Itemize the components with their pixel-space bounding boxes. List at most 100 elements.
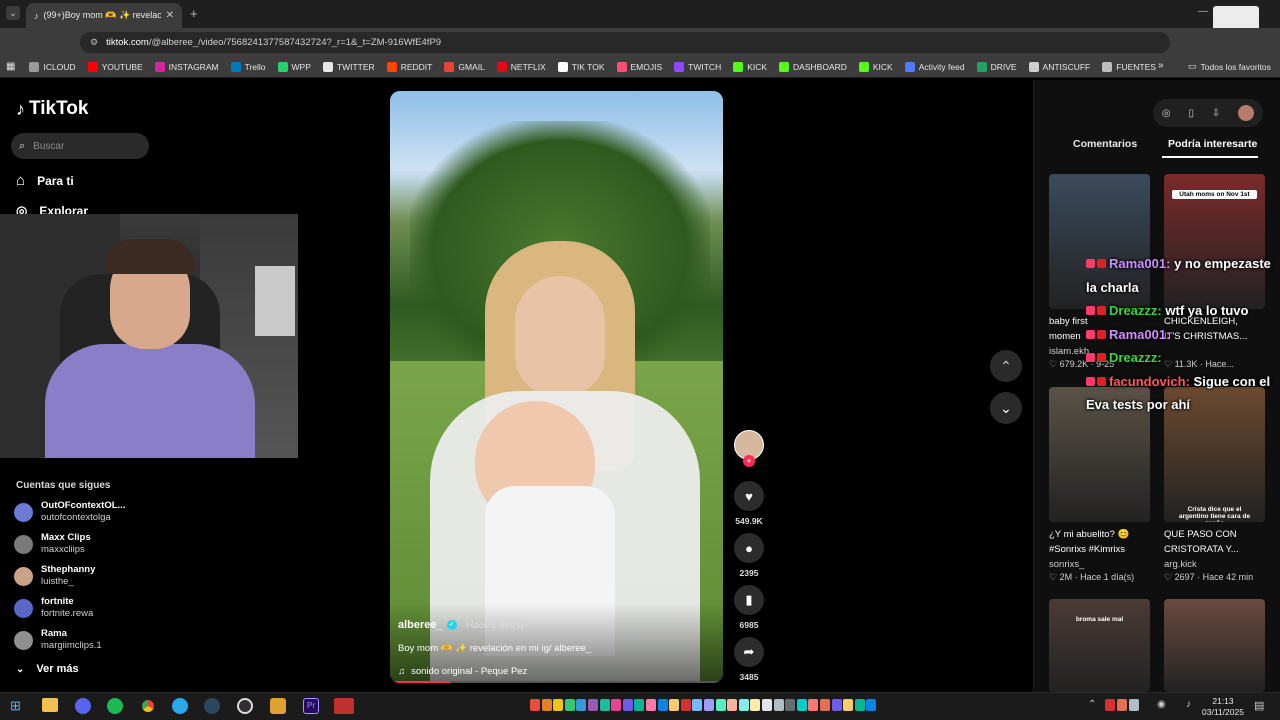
tray-app-icon[interactable] (727, 699, 738, 711)
video-sound[interactable]: sonido original - Peque Pez (411, 666, 527, 677)
browser-tab[interactable]: ♪ (99+)Boy mom 🫶 ✨ revelación ✕ (26, 3, 182, 28)
suggested-video-thumbnail[interactable]: broma sale mal (1049, 599, 1150, 692)
suggested-video-thumbnail[interactable] (1164, 599, 1265, 692)
tray-app-icon[interactable] (808, 699, 819, 711)
bookmark-trello[interactable]: Trello (230, 61, 266, 72)
tray-app-icon[interactable] (588, 699, 598, 711)
tray-app-icon[interactable] (820, 699, 830, 711)
bookmark-reddit[interactable]: REDDIT (386, 61, 432, 72)
tray-app-icon[interactable] (541, 699, 552, 711)
tray-app-icon[interactable] (854, 699, 865, 711)
tray-app-icon[interactable] (680, 699, 691, 711)
tray-app-icon[interactable] (657, 699, 668, 711)
suggested-video-user[interactable]: islam.ekh (1049, 346, 1089, 357)
tray-app-icon[interactable] (762, 699, 772, 711)
search-input[interactable]: ⌕ Buscar (11, 133, 149, 159)
tray-app-icon[interactable] (773, 699, 784, 711)
share-button[interactable]: ➦ (734, 637, 764, 667)
follow-plus-icon[interactable]: + (743, 455, 755, 467)
tab-podria-interesarte[interactable]: Podría interesarte (1168, 138, 1257, 150)
profile-avatar[interactable] (1238, 105, 1255, 121)
tray-app-icon[interactable] (564, 699, 575, 711)
following-account[interactable]: Maxx Clips maxxcliips (14, 532, 91, 556)
close-tab-icon[interactable]: ✕ (166, 10, 174, 21)
minimize-window-button[interactable]: — (1198, 6, 1208, 17)
apps-grid-icon[interactable]: ▦ (6, 61, 15, 72)
more-bookmarks-icon[interactable]: » (1158, 60, 1164, 71)
bookmark-activity-feed[interactable]: Activity feed (904, 61, 965, 72)
bookmark-kick[interactable]: KICK (858, 61, 893, 72)
bookmark-netflix[interactable]: NETFLIX (496, 61, 546, 72)
next-video-button[interactable]: ⌄ (990, 392, 1022, 424)
site-info-icon[interactable]: ⚙ (90, 37, 98, 48)
discord-icon[interactable] (75, 698, 91, 714)
suggested-video-user[interactable]: arg.kick (1164, 559, 1197, 570)
windows-start-icon[interactable]: ⊞ (10, 698, 21, 714)
bookmark-wpp[interactable]: WPP (277, 61, 311, 72)
tray-app-icon[interactable] (634, 699, 645, 711)
tray-app-icon[interactable] (843, 699, 854, 711)
following-account[interactable]: Sthephanny luisthe_ (14, 564, 95, 588)
all-favorites-folder[interactable]: ▭ Todos los favoritos (1188, 61, 1271, 72)
tiktok-logo[interactable]: ♪ TikTok (16, 98, 88, 120)
suggested-video-user[interactable]: sonrixs_ (1049, 559, 1084, 570)
clock[interactable]: 21:13 03/11/2025 (1200, 696, 1246, 718)
see-more-button[interactable]: ⌄ Ver más (16, 663, 79, 675)
tray-app-icon[interactable] (576, 699, 587, 711)
video-author[interactable]: alberee_ (398, 619, 443, 631)
system-tray-icon[interactable] (1105, 699, 1115, 711)
bookmark-instagram[interactable]: INSTAGRAM (154, 61, 219, 72)
premiere-icon[interactable]: Pr (303, 698, 319, 714)
volume-icon[interactable]: ♪ (1186, 699, 1191, 710)
bookmark-emojis[interactable]: EMOJIS (616, 61, 662, 72)
save-button[interactable]: ▮ (734, 585, 764, 615)
tray-app-icon[interactable] (599, 699, 610, 711)
video-progress-bar[interactable] (390, 681, 723, 683)
previous-video-button[interactable]: ⌃ (990, 350, 1022, 382)
bookmark-icloud[interactable]: ICLOUD (29, 61, 76, 72)
video-player[interactable]: alberee_ ✓ · Hace 1 día(s) Boy mom 🫶 ✨ r… (390, 91, 723, 683)
bookmark-antiscuff[interactable]: ANTISCUFF (1028, 61, 1090, 72)
following-account[interactable]: OutOFcontextOL... outofcontextolga (14, 500, 125, 524)
spotify-icon[interactable] (107, 698, 123, 714)
streaming-app-icon[interactable] (334, 698, 354, 714)
suggested-video-title[interactable]: ¿Y mi abuelito? 😊 #Sonrixs #Kimrixs (1049, 527, 1155, 557)
tab-search-button[interactable]: ⌄ (6, 6, 20, 20)
tray-app-icon[interactable] (530, 699, 540, 711)
tray-app-icon[interactable] (611, 699, 622, 711)
notifications-icon[interactable]: ▤ (1254, 699, 1264, 712)
download-icon[interactable]: ⇩ (1212, 108, 1220, 119)
obs-icon[interactable] (237, 698, 253, 714)
tab-comentarios[interactable]: Comentarios (1073, 138, 1137, 150)
system-tray-icon[interactable] (1129, 699, 1139, 711)
tray-app-icon[interactable] (553, 699, 564, 711)
bookmark-gmail[interactable]: GMAIL (444, 61, 485, 72)
tray-app-icon[interactable] (646, 699, 656, 711)
chrome-icon[interactable] (139, 697, 157, 715)
suggested-video-title[interactable]: QUE PASO CON CRISTORATA Y... (1164, 527, 1270, 557)
telegram-icon[interactable] (172, 698, 188, 714)
system-tray-icon[interactable] (1117, 699, 1127, 711)
nav-para-ti[interactable]: ⌂ Para ti (16, 172, 74, 189)
bookmark-youtube[interactable]: YOUTUBE (87, 61, 143, 72)
bookmark-dashboard[interactable]: DASHBOARD (779, 61, 847, 72)
new-tab-button[interactable]: + (190, 6, 198, 21)
file-explorer-icon[interactable] (42, 698, 58, 712)
tray-app-icon[interactable] (704, 699, 714, 711)
address-bar[interactable]: ⚙ tiktok.com/@alberee_/video/75682413775… (80, 32, 1170, 53)
phone-icon[interactable]: ▯ (1188, 108, 1194, 119)
tray-app-icon[interactable] (715, 699, 726, 711)
bookmark-kick[interactable]: KICK (733, 61, 767, 72)
tray-app-icon[interactable] (785, 699, 796, 711)
bookmark-fuentes[interactable]: FUENTES (1102, 61, 1156, 72)
like-button[interactable]: ♥ (734, 481, 764, 511)
chevron-up-icon[interactable]: ⌃ (1088, 699, 1096, 710)
bookmark-drive[interactable]: DRIVE (976, 61, 1017, 72)
bookmark-twitter[interactable]: TWITTER (322, 61, 375, 72)
bookmark-tik-tok[interactable]: TIK TOK (557, 61, 605, 72)
tray-app-icon[interactable] (669, 699, 680, 711)
app-icon[interactable] (270, 698, 286, 714)
tray-app-icon[interactable] (831, 699, 842, 711)
network-icon[interactable]: ◉ (1157, 699, 1166, 710)
steam-icon[interactable] (204, 698, 220, 714)
